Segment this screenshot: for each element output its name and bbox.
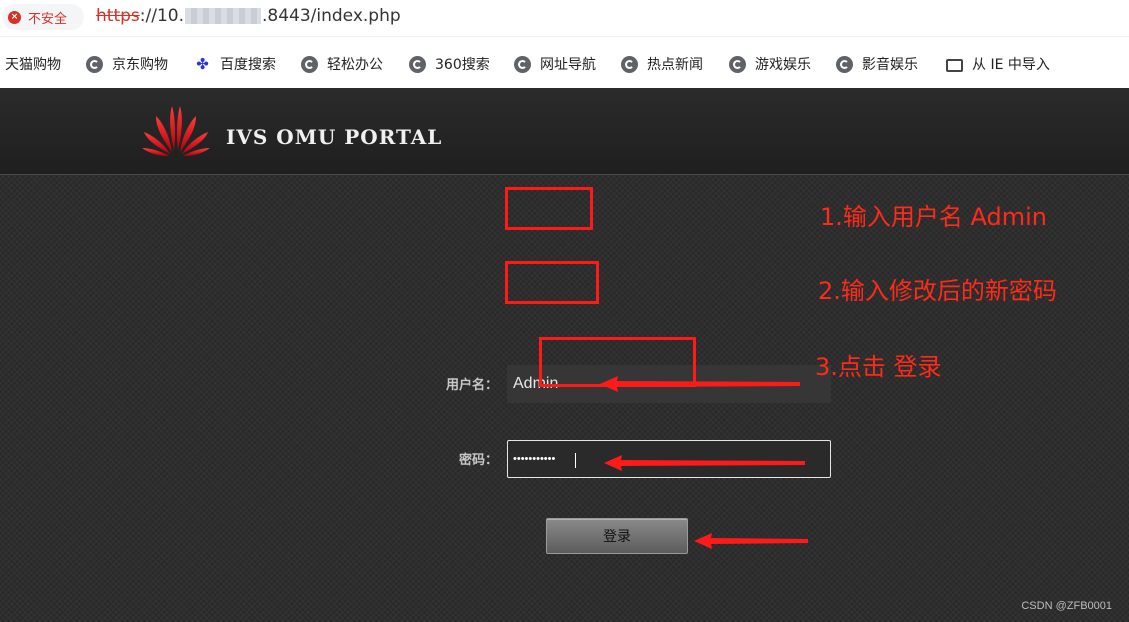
address-bar[interactable]: × 不安全 https ://10. .8443/index.php — [0, 0, 1129, 37]
globe-icon — [836, 55, 853, 73]
bookmark-tmall[interactable]: 天猫购物 — [5, 54, 61, 74]
username-label: 用户名： — [445, 378, 498, 393]
url-suffix: .8443/index.php — [261, 6, 401, 26]
annotation-step3: 3.点击 登录 — [815, 353, 942, 381]
bookmark-label: 影音娱乐 — [862, 57, 918, 73]
url-redacted-mask — [184, 8, 261, 24]
bookmark-label: 百度搜索 — [220, 57, 276, 73]
bookmark-label: 热点新闻 — [647, 57, 703, 73]
url-host-prefix: ://10. — [139, 6, 184, 26]
password-label: 密码： — [458, 453, 498, 468]
highlight-username — [505, 187, 593, 230]
annotation-step2: 2.输入修改后的新密码 — [818, 277, 1057, 305]
highlight-password — [505, 261, 599, 304]
url-text[interactable]: https ://10. .8443/index.php — [96, 6, 401, 26]
bookmark-import-ie[interactable]: 从 IE 中导入 — [946, 54, 1050, 74]
url-scheme: https — [96, 6, 140, 26]
portal-title: IVS OMU PORTAL — [226, 125, 443, 149]
bookmarks-bar: 天猫购物 京东购物 ✤ 百度搜索 轻松办公 360搜索 网址导航 热点新闻 游戏… — [0, 37, 1129, 88]
folder-icon — [946, 58, 963, 72]
globe-icon — [729, 55, 746, 73]
login-button[interactable]: 登录 — [546, 518, 688, 554]
text-caret — [575, 453, 576, 468]
globe-icon — [514, 55, 531, 73]
security-indicator[interactable]: × 不安全 — [2, 4, 84, 30]
bookmark-office[interactable]: 轻松办公 — [301, 54, 383, 74]
bookmark-label: 游戏娱乐 — [755, 57, 811, 73]
security-label: 不安全 — [28, 11, 68, 27]
bookmark-label: 京东购物 — [112, 57, 168, 73]
annotation-step1: 1.输入用户名 Admin — [820, 203, 1048, 231]
baidu-paw-icon: ✤ — [196, 54, 209, 73]
login-panel: 用户名： 密码： 登录 — [0, 175, 1129, 622]
globe-icon — [621, 55, 638, 73]
bookmark-jd[interactable]: 京东购物 — [86, 54, 168, 74]
bookmark-label: 360搜索 — [435, 57, 490, 73]
bookmark-video[interactable]: 影音娱乐 — [836, 54, 918, 74]
bookmark-360[interactable]: 360搜索 — [409, 54, 490, 74]
bookmark-label: 从 IE 中导入 — [972, 57, 1050, 73]
globe-icon — [301, 55, 318, 73]
highlight-login-button — [539, 337, 696, 387]
password-input[interactable] — [507, 440, 831, 478]
bookmark-label: 天猫购物 — [5, 57, 61, 73]
bookmark-label: 网址导航 — [540, 57, 596, 73]
bookmark-label: 轻松办公 — [327, 57, 383, 73]
huawei-logo-icon — [142, 106, 210, 156]
globe-icon — [409, 55, 426, 73]
warning-icon: × — [8, 10, 21, 24]
bookmark-nav[interactable]: 网址导航 — [514, 54, 596, 74]
globe-icon — [86, 55, 103, 73]
bookmark-news[interactable]: 热点新闻 — [621, 54, 703, 74]
bookmark-games[interactable]: 游戏娱乐 — [729, 54, 811, 74]
portal-header: IVS OMU PORTAL — [0, 88, 1129, 175]
bookmark-baidu[interactable]: ✤ 百度搜索 — [194, 54, 276, 74]
watermark: CSDN @ZFB0001 — [1021, 600, 1112, 612]
